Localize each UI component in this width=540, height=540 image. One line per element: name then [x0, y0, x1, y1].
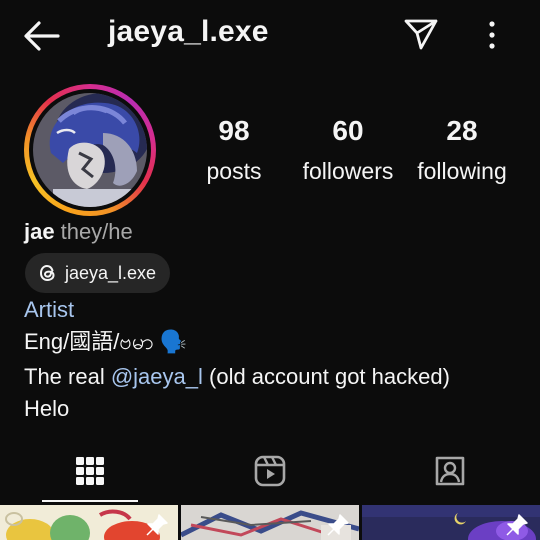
posts-count-value: 98 — [218, 115, 250, 146]
profile-tabs — [0, 440, 540, 502]
tagged-icon — [435, 456, 465, 486]
avatar-ring-gap — [29, 89, 151, 211]
bio-line-prefix: The real — [24, 364, 111, 389]
grid-icon — [76, 457, 104, 485]
paper-plane-icon — [404, 19, 438, 50]
followers-count-label: followers — [302, 158, 394, 184]
bio-line-suffix: (old account got hacked) — [202, 364, 450, 389]
followers-count[interactable]: 60 followers — [296, 114, 400, 186]
following-count-label: following — [417, 158, 507, 184]
threads-icon — [39, 264, 55, 282]
selected-tab-indicator — [42, 500, 138, 502]
bio-line-languages: Eng/國語/ဗမာ 🗣️ — [24, 329, 188, 354]
posts-grid — [0, 505, 540, 540]
grid-post[interactable] — [0, 505, 178, 540]
posts-count-label: posts — [206, 158, 262, 184]
profile-category: Artist — [24, 297, 75, 322]
profile-username-title: jaeya_l.exe — [108, 15, 269, 48]
tab-tagged[interactable] — [360, 440, 540, 502]
back-button[interactable] — [22, 18, 62, 54]
bio-line-old-account: The real @jaeya_l (old account got hacke… — [24, 362, 450, 392]
profile-name-line: jae they/he — [24, 218, 133, 246]
pin-icon — [506, 514, 528, 536]
avatar-image — [33, 93, 147, 207]
tab-reels[interactable] — [180, 440, 360, 502]
pin-icon — [327, 514, 349, 536]
threads-handle: jaeya_l.exe — [65, 262, 157, 283]
pin-icon — [146, 514, 168, 536]
back-arrow-icon — [24, 21, 60, 51]
grid-post[interactable] — [362, 505, 540, 540]
share-profile-button[interactable] — [402, 16, 440, 52]
tab-posts-grid[interactable] — [0, 440, 180, 502]
posts-count[interactable]: 98 posts — [192, 114, 276, 186]
followers-count-value: 60 — [332, 115, 364, 146]
profile-pronouns: they/he — [60, 219, 133, 244]
top-bar: jaeya_l.exe — [0, 0, 540, 70]
reels-icon — [254, 455, 286, 487]
following-count-value: 28 — [446, 115, 478, 146]
grid-post[interactable] — [181, 505, 359, 540]
threads-link-chip[interactable]: jaeya_l.exe — [25, 253, 171, 293]
profile-name: jae — [24, 219, 55, 244]
bio-line-greeting: Helo — [24, 396, 70, 421]
bio-mention-link[interactable]: @jaeya_l — [111, 364, 203, 389]
more-options-button[interactable] — [480, 18, 504, 52]
more-vertical-icon — [489, 21, 495, 49]
following-count[interactable]: 28 following — [410, 114, 514, 186]
profile-avatar[interactable] — [24, 84, 156, 216]
